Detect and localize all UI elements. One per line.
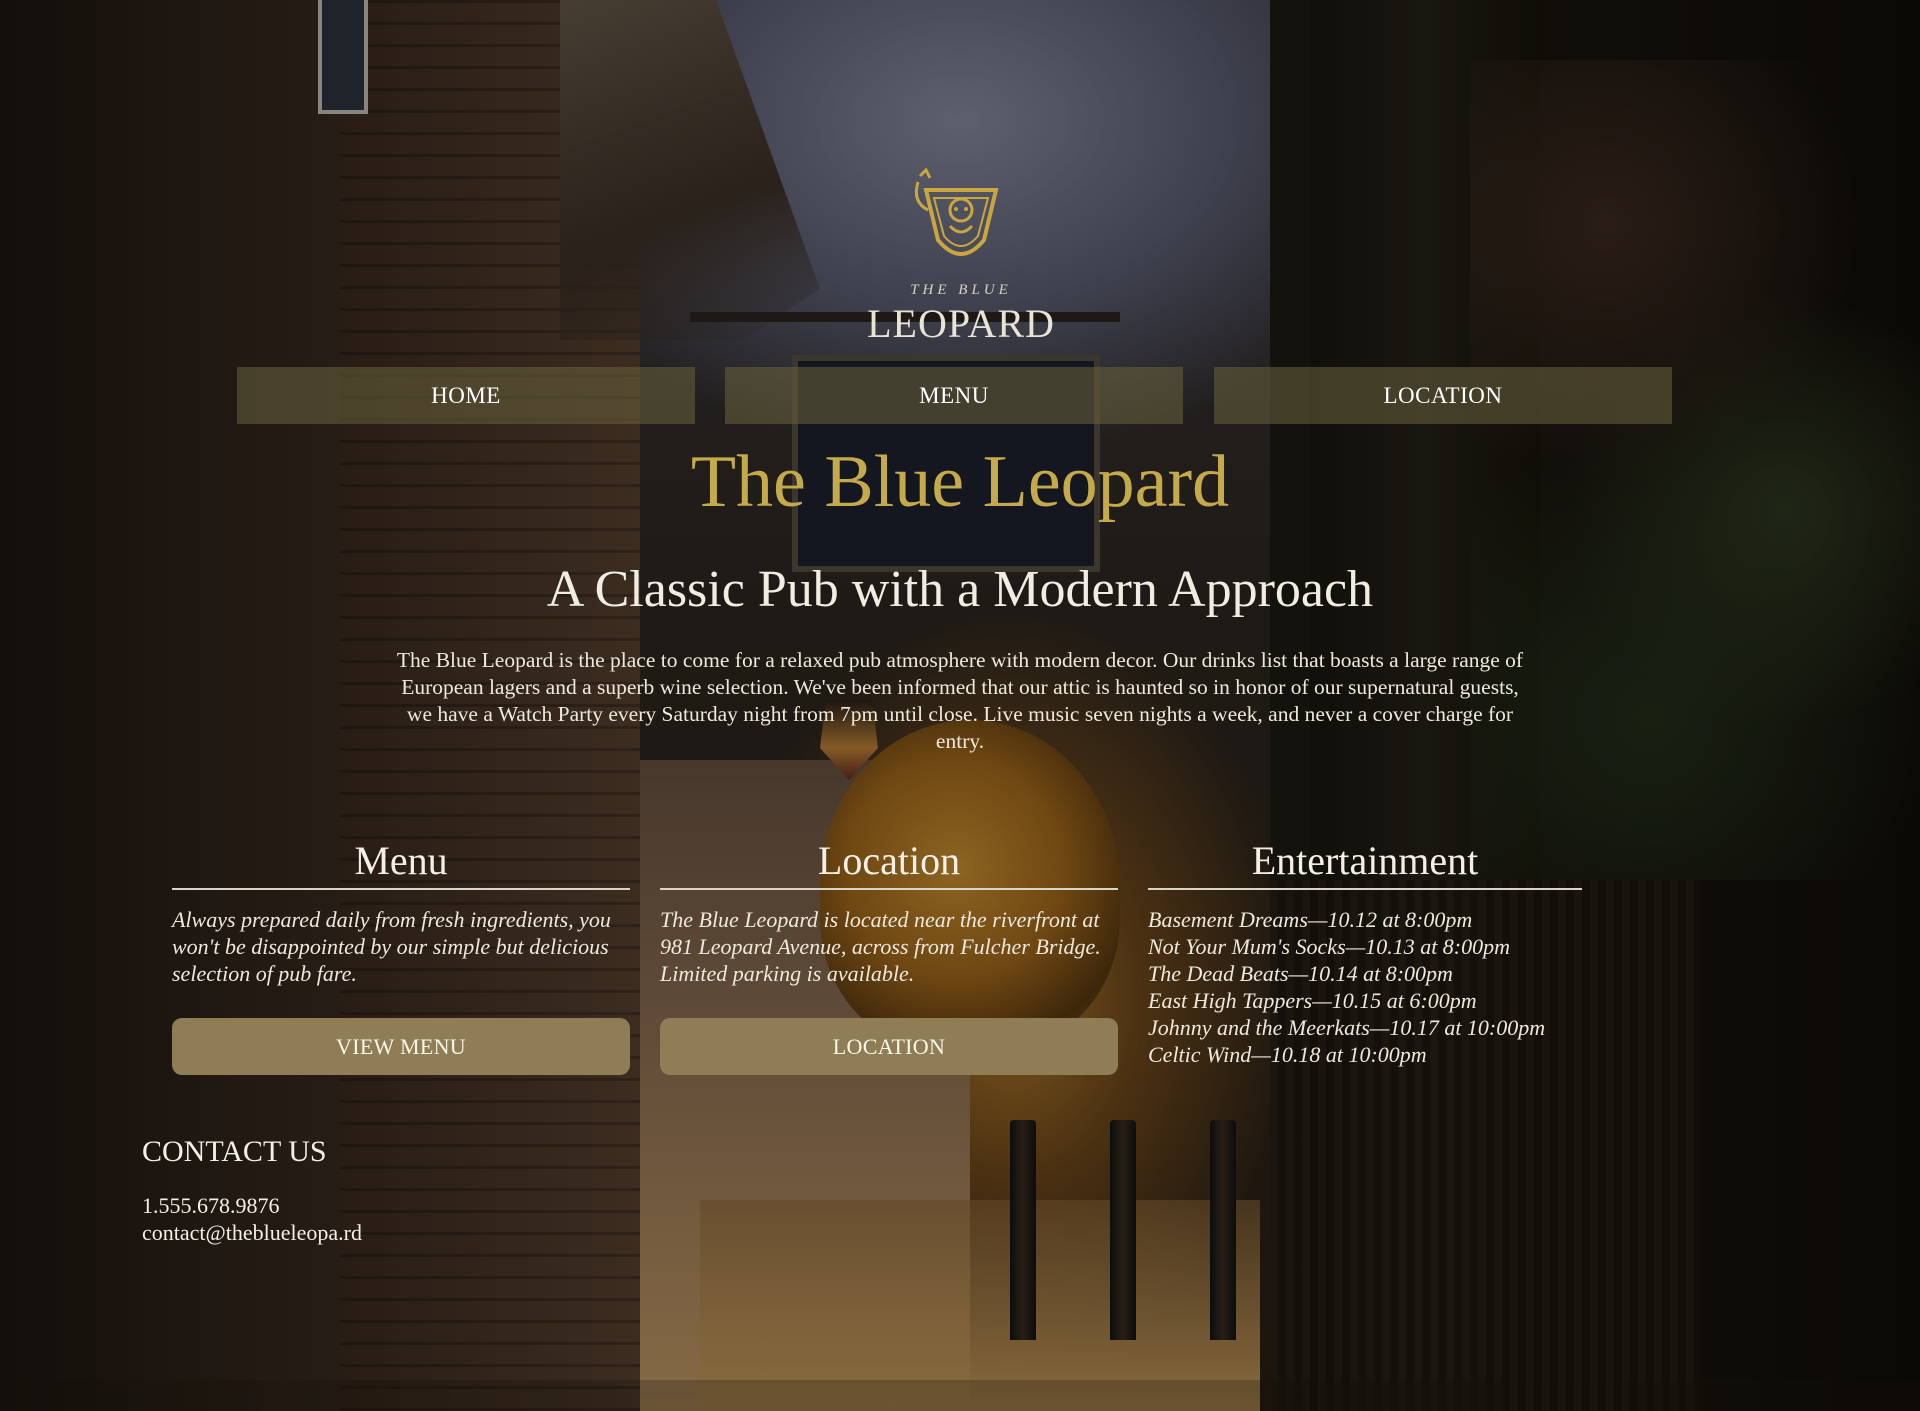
main-nav: HOME MENU LOCATION: [237, 367, 1672, 424]
menu-section: Menu Always prepared daily from fresh in…: [172, 836, 630, 1075]
contact-phone[interactable]: 1.555.678.9876: [142, 1192, 742, 1219]
location-section: Location The Blue Leopard is located nea…: [660, 836, 1118, 1075]
location-button[interactable]: LOCATION: [660, 1018, 1118, 1075]
nav-home[interactable]: HOME: [237, 367, 695, 424]
contact-email[interactable]: contact@theblueleopa.rd: [142, 1219, 742, 1246]
view-menu-button[interactable]: VIEW MENU: [172, 1018, 630, 1075]
leopard-crest-icon: [914, 168, 999, 256]
page-title: The Blue Leopard: [690, 441, 1230, 523]
list-item: Celtic Wind—10.18 at 10:00pm: [1148, 1042, 1427, 1067]
location-heading: Location: [660, 836, 1118, 890]
intro-paragraph: The Blue Leopard is the place to come fo…: [396, 648, 1524, 753]
nav-location[interactable]: LOCATION: [1214, 367, 1672, 424]
menu-heading: Menu: [172, 836, 630, 890]
list-item: Johnny and the Meerkats—10.17 at 10:00pm: [1148, 1015, 1546, 1040]
nav-menu[interactable]: MENU: [725, 367, 1183, 424]
entertainment-section: Entertainment Basement Dreams—10.12 at 8…: [1148, 836, 1582, 1068]
location-description: The Blue Leopard is located near the riv…: [660, 907, 1101, 986]
list-item: The Dead Beats—10.14 at 8:00pm: [1148, 961, 1453, 986]
logo-big-text: LEOPARD: [867, 301, 1055, 346]
list-item: East High Tappers—10.15 at 6:00pm: [1148, 988, 1477, 1013]
list-item: Basement Dreams—10.12 at 8:00pm: [1148, 907, 1473, 932]
logo-small-text: THE BLUE: [910, 282, 1012, 298]
site-logo[interactable]: THE BLUE LEOPARD: [866, 168, 1056, 348]
events-list: Basement Dreams—10.12 at 8:00pm Not Your…: [1148, 906, 1582, 1068]
page-content: THE BLUE LEOPARD HOME MENU LOCATION The …: [0, 0, 1920, 1411]
page-subtitle: A Classic Pub with a Modern Approach: [546, 561, 1374, 618]
bottom-bar: [0, 1380, 1920, 1411]
contact-heading: CONTACT US: [142, 1135, 327, 1168]
contact-section: CONTACT US 1.555.678.9876 contact@theblu…: [142, 1132, 742, 1246]
entertainment-heading: Entertainment: [1148, 836, 1582, 890]
list-item: Not Your Mum's Socks—10.13 at 8:00pm: [1148, 934, 1511, 959]
menu-description: Always prepared daily from fresh ingredi…: [172, 907, 611, 986]
